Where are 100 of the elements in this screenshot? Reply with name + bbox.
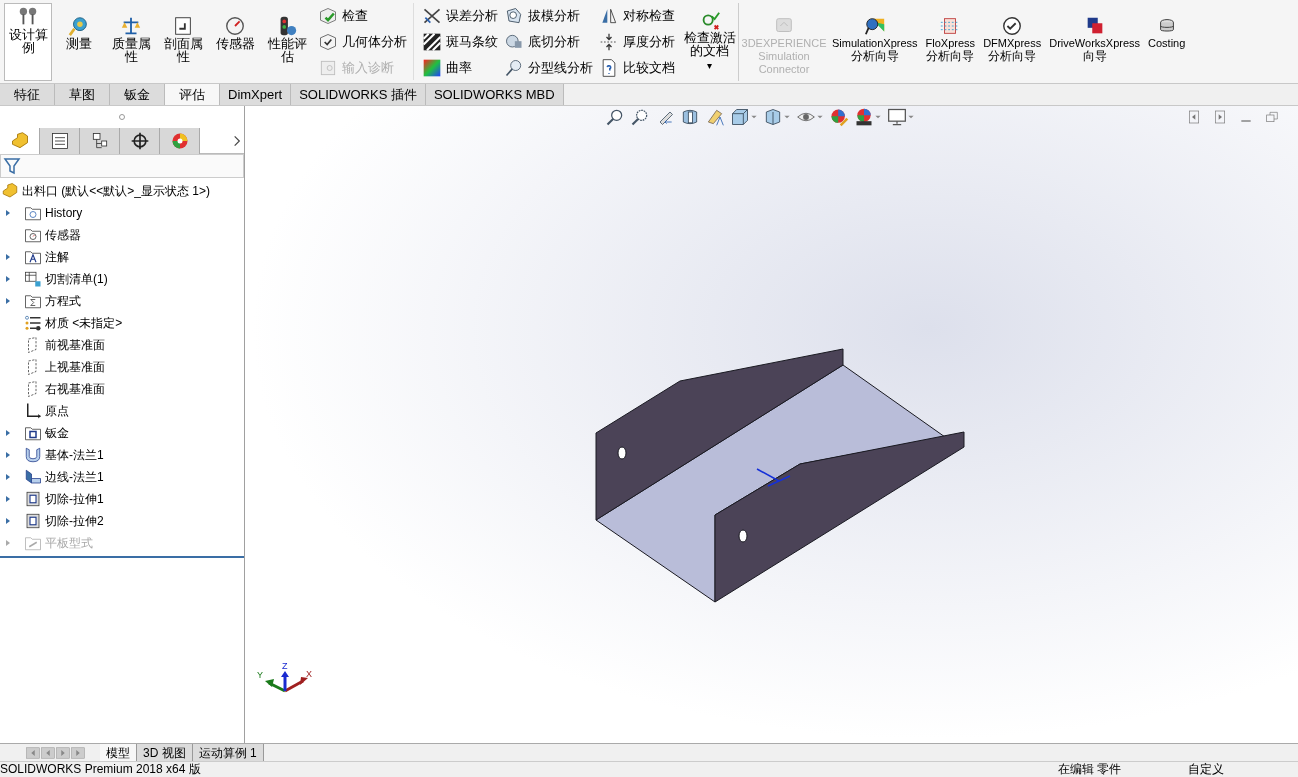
expand-arrow-icon[interactable]: [4, 495, 12, 503]
import-diagnostics-icon: [318, 58, 338, 78]
tree-item[interactable]: 切除-拉伸2: [45, 512, 104, 530]
panel-left-icon[interactable]: [1186, 109, 1202, 125]
tree-item[interactable]: History: [45, 204, 83, 222]
tree-item[interactable]: 传感器: [45, 226, 81, 244]
property-list-icon: [49, 130, 70, 151]
appearance-pencil-icon[interactable]: [829, 107, 849, 127]
ribbon-button[interactable]: 几何体分析: [318, 30, 407, 54]
expand-arrow-icon[interactable]: [4, 253, 12, 261]
crosshair-icon: [129, 130, 150, 151]
status-text: SOLIDWORKS Premium 2018 x64 版: [0, 762, 201, 776]
panel-tab[interactable]: [80, 127, 120, 154]
ribbon-button[interactable]: 斑马条纹: [422, 30, 498, 54]
axis-triad-icon: [265, 671, 308, 693]
sheet-metal-part-drawing[interactable]: [595, 348, 965, 603]
display-style-icon[interactable]: [763, 107, 783, 127]
graphics-viewport[interactable]: Y X Z: [245, 106, 1298, 743]
ribbon-button[interactable]: 拔模分析: [504, 4, 593, 28]
caret-icon[interactable]: [816, 113, 824, 121]
section-view-icon[interactable]: [680, 107, 700, 127]
sensor-folder-icon: [24, 226, 42, 244]
zoom-area-icon[interactable]: [630, 107, 650, 127]
axis-label: X: [306, 669, 312, 679]
ribbon-button[interactable]: 误差分析: [422, 4, 498, 28]
addin-button[interactable]: FloXpress 分析向导: [922, 3, 979, 63]
tree-item[interactable]: 切割清单(1): [45, 270, 108, 288]
tree-item[interactable]: 基体-法兰1: [45, 446, 104, 464]
ribbon-tab[interactable]: 钣金: [110, 84, 165, 105]
section-view-icon: [172, 15, 194, 37]
ribbon-tab[interactable]: 草图: [55, 84, 110, 105]
bottom-tab[interactable]: 3D 视图: [137, 744, 193, 761]
color-gradient-icon: [422, 58, 442, 78]
expand-arrow-icon[interactable]: [4, 297, 12, 305]
ribbon-tab[interactable]: SOLIDWORKS MBD: [425, 84, 564, 105]
tree-item[interactable]: 原点: [45, 402, 69, 420]
annotation-folder-icon: [24, 248, 42, 266]
panel-tab[interactable]: [40, 127, 80, 154]
scene-icon[interactable]: [854, 107, 874, 127]
addin-button[interactable]: DFMXpress 分析向导: [980, 3, 1045, 63]
expand-arrow-icon[interactable]: [4, 473, 12, 481]
ribbon-button[interactable]: 比较文档: [599, 56, 675, 80]
view-orientation-icon[interactable]: [730, 107, 750, 127]
tree-item[interactable]: 切除-拉伸1: [45, 490, 104, 508]
expand-arrow-icon[interactable]: [4, 275, 12, 283]
tree-root-item[interactable]: 出料口 (默认<<默认>_显示状态 1>): [22, 182, 211, 200]
ribbon-tab[interactable]: SOLIDWORKS 插件: [291, 84, 426, 105]
deviation-analysis-icon: [422, 6, 442, 26]
panel-right-icon[interactable]: [1212, 109, 1228, 125]
cube-check-icon: [318, 6, 338, 26]
ribbon-button[interactable]: 曲率: [422, 56, 498, 80]
tree-item[interactable]: 方程式: [45, 292, 81, 310]
filter-icon[interactable]: [3, 157, 21, 175]
flat-pattern-folder-icon: [24, 534, 42, 552]
zoom-to-fit-icon[interactable]: [605, 107, 625, 127]
tree-item[interactable]: 前视基准面: [45, 336, 105, 354]
tree-item[interactable]: 注解: [45, 248, 69, 266]
design-study-button[interactable]: 设计算例: [4, 3, 52, 81]
tree-item[interactable]: 材质 <未指定>: [45, 314, 123, 332]
cube-check-icon: [318, 32, 338, 52]
ribbon-button[interactable]: 分型线分析: [504, 56, 593, 80]
units-dropdown[interactable]: 自定义: [1168, 762, 1298, 776]
caret-icon[interactable]: [907, 113, 915, 121]
ribbon-button[interactable]: 性能评估: [262, 3, 312, 73]
caret-icon[interactable]: [783, 113, 791, 121]
addin-button[interactable]: Costing: [1145, 3, 1189, 50]
check-active-document-button[interactable]: 检查激活的文档 ▾: [681, 3, 739, 81]
ribbon-tab[interactable]: 评估: [165, 84, 220, 105]
bottom-tab[interactable]: 模型: [100, 744, 137, 761]
material-icon: [24, 314, 42, 332]
expand-arrow-icon[interactable]: [4, 517, 12, 525]
ribbon-button[interactable]: 厚度分析: [599, 30, 675, 54]
ribbon-button[interactable]: 检查: [318, 4, 407, 28]
addin-button[interactable]: SimulationXpress 分析向导: [829, 3, 921, 63]
ribbon-button[interactable]: 传感器: [210, 3, 260, 73]
bottom-tab[interactable]: 运动算例 1: [192, 744, 264, 761]
tree-item[interactable]: 上视基准面: [45, 358, 105, 376]
tree-item[interactable]: 边线-法兰1: [45, 468, 104, 486]
ribbon-button[interactable]: 对称检查: [599, 4, 675, 28]
tree-item[interactable]: 钣金: [45, 424, 69, 442]
ribbon-button[interactable]: 剖面属性: [158, 3, 208, 73]
draft-analysis-icon: [504, 6, 524, 26]
caret-icon[interactable]: [750, 113, 758, 121]
panel-tab[interactable]: [120, 127, 160, 154]
dynamic-annotation-icon[interactable]: [705, 107, 725, 127]
expand-arrow-icon[interactable]: [4, 209, 12, 217]
caret-icon[interactable]: [874, 113, 882, 121]
ribbon-tab[interactable]: DimXpert: [220, 84, 292, 105]
ribbon-button[interactable]: 测量: [54, 3, 104, 73]
expand-arrow-icon[interactable]: [4, 451, 12, 459]
ribbon-button[interactable]: 质量属性: [106, 3, 156, 73]
history-folder-icon: [24, 204, 42, 222]
tree-item[interactable]: 右视基准面: [45, 380, 105, 398]
monitor-icon[interactable]: [887, 107, 907, 127]
expand-arrow-icon[interactable]: [4, 429, 12, 437]
symmetry-check-icon: [599, 6, 619, 26]
ribbon-button[interactable]: 底切分析: [504, 30, 593, 54]
addin-button[interactable]: DriveWorksXpress 向导: [1046, 3, 1144, 63]
ribbon-tab[interactable]: 特征: [0, 84, 55, 105]
extruded-cut-icon: [24, 512, 42, 530]
